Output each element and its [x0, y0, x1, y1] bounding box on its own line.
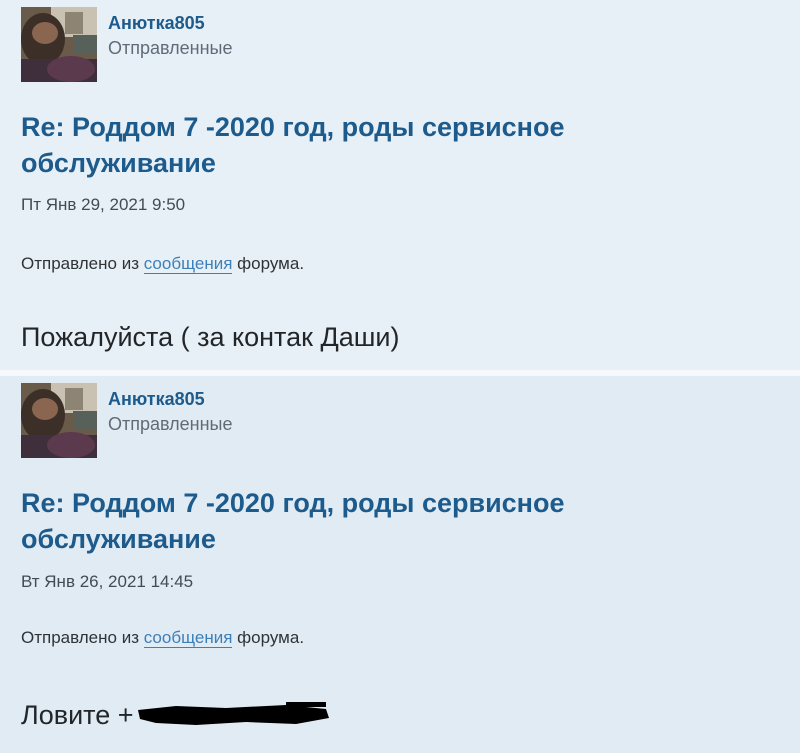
messages-link[interactable]: сообщения: [143, 628, 233, 648]
messages-link[interactable]: сообщения: [143, 254, 233, 274]
post-date: Вт Янв 26, 2021 14:45: [21, 572, 194, 591]
folder-label: Отправленные: [108, 38, 233, 58]
avatar[interactable]: [21, 7, 97, 82]
avatar[interactable]: [21, 383, 97, 458]
folder-label: Отправленные: [108, 414, 233, 434]
post-body: Пожалуйста ( за контак Даши): [21, 322, 400, 352]
sent-prefix: Отправлено из: [21, 254, 139, 273]
author-link[interactable]: Анютка805: [108, 389, 205, 410]
sent-from-line: Отправлено из сообщения форума.: [21, 254, 304, 274]
post-date: Пт Янв 29, 2021 9:50: [21, 195, 186, 214]
sent-suffix: форума.: [237, 254, 305, 273]
sent-from-line: Отправлено из сообщения форума.: [21, 628, 304, 648]
message-post: Анютка805 Отправленные Re: Роддом 7 -202…: [0, 0, 800, 370]
post-title[interactable]: Re: Роддом 7 -2020 год, роды сервисное о…: [21, 109, 671, 181]
redaction-mark: [137, 702, 329, 725]
sent-prefix: Отправлено из: [21, 628, 139, 647]
sent-suffix: форума.: [237, 628, 305, 647]
message-post: Анютка805 Отправленные Re: Роддом 7 -202…: [0, 376, 800, 753]
post-body: Ловите +: [21, 700, 331, 731]
author-link[interactable]: Анютка805: [108, 13, 205, 34]
post-body-text: Ловите +: [21, 700, 134, 730]
post-title[interactable]: Re: Роддом 7 -2020 год, роды сервисное о…: [21, 485, 671, 557]
